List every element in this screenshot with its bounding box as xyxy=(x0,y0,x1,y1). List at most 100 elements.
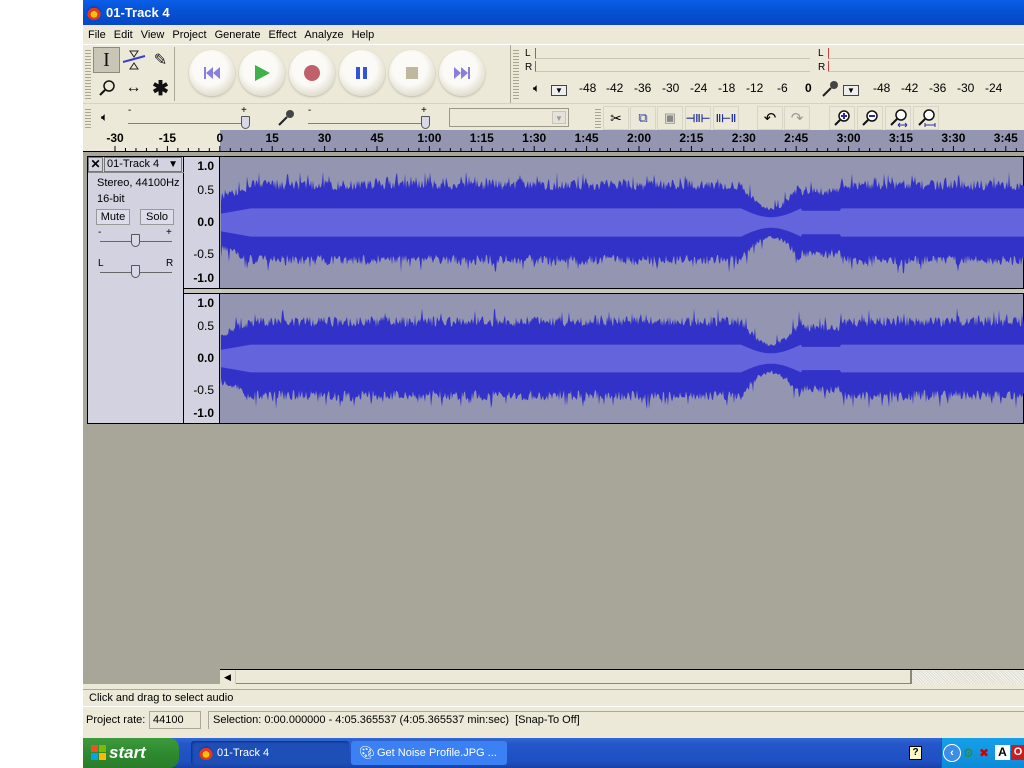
start-button[interactable]: start xyxy=(83,738,179,768)
office-icon[interactable]: O xyxy=(1011,745,1024,760)
show-hidden-icon[interactable]: ‹ xyxy=(943,744,961,762)
zoom-out-button[interactable] xyxy=(857,106,883,130)
output-volume-slider[interactable] xyxy=(128,123,246,124)
status-bar-selection: Project rate: 44100 Selection: 0:00.0000… xyxy=(83,710,1024,732)
input-meter-left[interactable] xyxy=(828,48,1024,59)
scrollbar-page-region[interactable] xyxy=(912,670,1024,684)
taskbar-item-image-viewer[interactable]: 🎨︎ Get Noise Profile.JPG ... xyxy=(351,741,507,765)
input-meter-right[interactable] xyxy=(828,61,1024,72)
left-channel-waveform[interactable] xyxy=(221,157,1024,288)
input-source-select[interactable]: ▼ xyxy=(449,108,569,127)
scrollbar-track[interactable]: ◀ xyxy=(220,669,1024,684)
input-volume-slider[interactable] xyxy=(308,123,426,124)
stop-button[interactable] xyxy=(389,50,435,96)
ruler-tick-label: 45 xyxy=(370,131,384,145)
zoom-in-button[interactable] xyxy=(829,106,855,130)
ruler-tick-label: 3:00 xyxy=(836,131,861,145)
selection-tool-button[interactable]: I xyxy=(93,47,120,73)
chevron-down-icon[interactable]: ▼ xyxy=(552,111,566,124)
track-name-menu[interactable]: 01-Track 4 ▼ xyxy=(104,157,182,172)
track-format: Stereo, 44100Hz xyxy=(97,177,180,189)
fit-project-button[interactable] xyxy=(913,106,939,130)
help-icon[interactable]: ? xyxy=(909,746,922,760)
time-shift-tool-icon: ↔ xyxy=(125,79,142,96)
draw-tool-button[interactable]: ✎ xyxy=(147,47,174,73)
menu-project[interactable]: Project xyxy=(171,29,211,41)
input-meter-menu-button[interactable]: ▼ xyxy=(843,85,859,96)
ruler-tick-label: -15 xyxy=(158,131,177,145)
input-volume-thumb[interactable] xyxy=(421,116,430,129)
toolbar-grip[interactable] xyxy=(85,48,91,100)
right-channel-waveform[interactable] xyxy=(221,294,1024,423)
output-meter-right-label: R xyxy=(525,62,533,73)
ruler-tick-label: 0 xyxy=(216,131,224,145)
output-meter-right[interactable] xyxy=(535,61,810,72)
output-meter-left[interactable] xyxy=(535,48,810,59)
menu-effect[interactable]: Effect xyxy=(267,29,301,41)
ruler-tick-label: 2:30 xyxy=(731,131,756,145)
amplitude-label: 1.0 xyxy=(197,296,214,310)
paste-button[interactable]: ▣ xyxy=(657,106,683,130)
taskbar-item-audacity[interactable]: 01-Track 4 xyxy=(191,741,349,765)
meter-scale-label: -6 xyxy=(777,81,788,95)
gain-slider-thumb[interactable] xyxy=(131,234,140,247)
redo-button[interactable]: ↷ xyxy=(784,106,810,130)
menu-analyze[interactable]: Analyze xyxy=(303,29,348,41)
horizontal-scrollbar[interactable]: ◀ xyxy=(83,669,1024,684)
title-bar[interactable]: 01-Track 4 xyxy=(83,0,1024,25)
menu-file[interactable]: File xyxy=(87,29,111,41)
selection-readout: Selection: 0:00.000000 - 4:05.365537 (4:… xyxy=(208,711,1024,729)
amplitude-label: 0.0 xyxy=(197,215,214,229)
skip-to-start-button[interactable] xyxy=(189,50,235,96)
skip-end-icon xyxy=(454,67,470,79)
play-button[interactable] xyxy=(239,50,285,96)
timeline-ruler[interactable]: -30 -15 0 15 30 45 1:00 1:15 1:30 1:45 2:00 2:15 2:3… xyxy=(83,130,1024,152)
menu-view[interactable]: View xyxy=(140,29,170,41)
mixer-grip[interactable] xyxy=(85,107,91,129)
menu-generate[interactable]: Generate xyxy=(214,29,266,41)
silence-button[interactable]: ǁ⊢ǁ xyxy=(713,106,739,130)
record-button[interactable] xyxy=(289,50,335,96)
time-shift-tool-button[interactable]: ↔ xyxy=(120,75,147,101)
pan-slider-thumb[interactable] xyxy=(131,265,140,278)
zoom-tool-button[interactable] xyxy=(93,75,120,101)
close-track-button[interactable]: ✕ xyxy=(88,157,103,172)
scrollbar-thumb[interactable] xyxy=(236,670,912,684)
zoom-in-icon xyxy=(834,110,850,126)
edit-grip[interactable] xyxy=(595,107,601,129)
meter-scale-label: -12 xyxy=(746,81,764,95)
menu-edit[interactable]: Edit xyxy=(113,29,138,41)
envelope-tool-button[interactable] xyxy=(120,47,147,73)
amplitude-label: -0.5 xyxy=(193,383,214,397)
fit-selection-button[interactable] xyxy=(885,106,911,130)
mute-button[interactable]: Mute xyxy=(96,209,130,225)
solo-button[interactable]: Solo xyxy=(140,209,174,225)
toolbar-area: I ✎ ↔ ✱ L R 🔈︎ ▼ -48 -42 -36 -30 -24 -18… xyxy=(83,44,1024,130)
network-icon[interactable]: ⚙ xyxy=(963,746,974,760)
ruler-tick-label: 3:45 xyxy=(993,131,1018,145)
output-volume-thumb[interactable] xyxy=(241,116,250,129)
ruler-tick-label: -30 xyxy=(106,131,124,145)
meter-scale-label: 0 xyxy=(805,81,812,95)
amplitude-label: 0.0 xyxy=(197,351,214,365)
copy-button[interactable]: ⧉ xyxy=(630,106,656,130)
meter-scale-label: -42 xyxy=(606,81,624,95)
project-rate-field[interactable]: 44100 xyxy=(149,711,201,729)
scroll-left-button[interactable]: ◀ xyxy=(220,670,236,684)
cut-button[interactable]: ✂ xyxy=(603,106,629,130)
meter-grip[interactable] xyxy=(513,48,519,100)
output-meter-menu-button[interactable]: ▼ xyxy=(551,85,567,96)
amplitude-label: -1.0 xyxy=(193,271,214,285)
ruler-tick-label: 1:15 xyxy=(469,131,494,145)
multi-tool-button[interactable]: ✱ xyxy=(147,75,174,101)
system-tray: ‹ ⚙ ✖ A O xyxy=(941,738,1024,768)
network-disconnected-icon[interactable]: ✖ xyxy=(979,746,989,760)
menu-help[interactable]: Help xyxy=(351,29,380,41)
antivirus-icon[interactable]: A xyxy=(995,745,1010,760)
undo-button[interactable]: ↶ xyxy=(757,106,783,130)
trim-button[interactable]: ⊣ǁ⊢ xyxy=(685,106,711,130)
skip-to-end-button[interactable] xyxy=(439,50,485,96)
ruler-tick-label: 2:00 xyxy=(626,131,652,145)
envelope-tool-icon xyxy=(122,50,145,70)
pause-button[interactable] xyxy=(339,50,385,96)
